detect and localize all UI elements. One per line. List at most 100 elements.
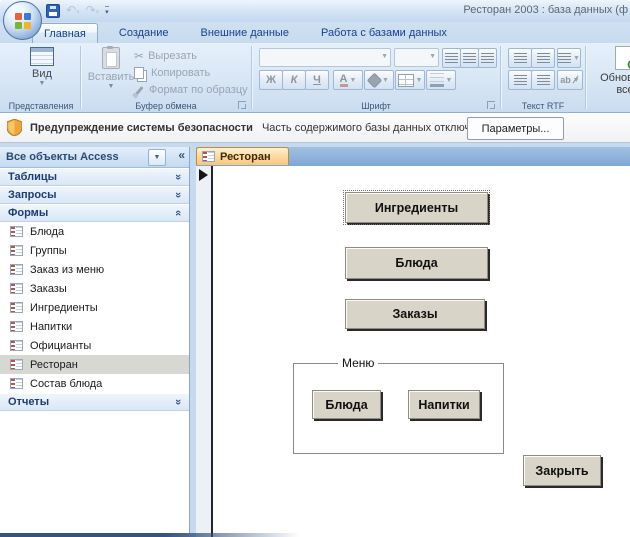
orders-button[interactable]: Заказы (345, 299, 485, 329)
nav-item-drinks-form[interactable]: Напитки (0, 317, 189, 336)
form-icon (10, 264, 23, 275)
chevron-down-icon: ▼ (573, 55, 580, 62)
font-name-select[interactable]: ▼ (259, 48, 391, 67)
form-icon (10, 283, 23, 294)
paint-bucket-icon (367, 72, 383, 88)
office-logo-icon (15, 13, 31, 29)
nav-item-ingredients-form[interactable]: Ингредиенты (0, 298, 189, 317)
chevron-down-icon: ▼ (382, 77, 389, 84)
nav-item-dish-composition-form[interactable]: Состав блюда (0, 374, 189, 393)
alternate-fill-icon (430, 73, 444, 87)
nav-pane-header[interactable]: Все объекты Access ▼ « (0, 147, 189, 168)
chevron-double-down-icon: » (172, 192, 184, 198)
font-color-button[interactable]: А ▼ (333, 70, 363, 90)
format-painter-button[interactable]: Формат по образцу (134, 82, 248, 98)
dialog-launcher-icon[interactable] (238, 101, 246, 109)
view-button[interactable]: Вид ▼ (21, 47, 63, 87)
direction-button[interactable]: ▼ (557, 48, 581, 68)
tab-external-data[interactable]: Внешние данные (190, 23, 300, 43)
align-center-button[interactable] (460, 48, 479, 68)
quick-access-toolbar: ↶▾ ↷▾ ▾ (46, 2, 109, 20)
increase-indent-button[interactable] (531, 48, 555, 68)
align-left-button[interactable] (442, 48, 461, 68)
form-icon (10, 321, 23, 332)
save-icon[interactable] (46, 4, 60, 18)
form-icon (10, 302, 23, 313)
highlight-button[interactable]: ab ▼ (557, 70, 583, 90)
nav-item-order-from-menu-form[interactable]: Заказ из меню (0, 260, 189, 279)
section-reports[interactable]: Отчеты » (0, 393, 189, 411)
form-icon (10, 378, 23, 389)
copy-button[interactable]: Копировать (134, 65, 210, 81)
gridlines-button[interactable]: ▼ (395, 70, 425, 90)
decrease-indent-button[interactable] (508, 48, 532, 68)
group-clipboard: Вставить ▼ ✂ Вырезать Копировать Формат … (82, 43, 250, 112)
group-font: ▼ ▼ Ж К Ч А ▼ (253, 43, 499, 112)
underline-button[interactable]: Ч (305, 70, 329, 90)
refresh-all-icon: ⟳ (615, 46, 630, 70)
refresh-all-button[interactable]: ⟳ Обновить все (595, 46, 630, 96)
main-area: Все объекты Access ▼ « Таблицы » Запросы… (0, 143, 630, 537)
chevron-down-icon: ▼ (446, 77, 453, 84)
font-size-select[interactable]: ▼ (394, 48, 439, 67)
highlight-icon: ab (560, 75, 571, 85)
gridlines-icon (398, 74, 414, 87)
security-message-bar: Предупреждение системы безопасности Част… (0, 113, 630, 143)
tab-database-tools[interactable]: Работа с базами данных (310, 23, 458, 43)
document-tab-restaurant[interactable]: Ресторан (196, 147, 289, 165)
numbered-list-button[interactable] (508, 70, 532, 90)
menu-dishes-button[interactable]: Блюда (312, 390, 381, 419)
section-tables[interactable]: Таблицы » (0, 168, 189, 186)
fill-color-button[interactable]: ▼ (364, 70, 394, 90)
undo-icon[interactable]: ↶▾ (66, 4, 80, 19)
section-forms[interactable]: Формы « (0, 204, 189, 222)
align-right-button[interactable] (478, 48, 497, 68)
chevron-double-up-icon: « (172, 210, 184, 216)
nav-item-groups-form[interactable]: Группы (0, 241, 189, 260)
ribbon: Вид ▼ Представления Вставить ▼ ✂ Вырезат… (0, 43, 630, 113)
nav-item-orders-form[interactable]: Заказы (0, 279, 189, 298)
menu-group-box: Меню Блюда Напитки (293, 363, 504, 454)
dishes-button[interactable]: Блюда (345, 247, 488, 279)
restaurant-form: Ингредиенты Блюда Заказы Меню Блюда Напи… (196, 166, 630, 537)
nav-item-dishes-form[interactable]: Блюда (0, 222, 189, 241)
nav-item-restaurant-form[interactable]: Ресторан (0, 355, 189, 374)
increase-indent-icon (537, 53, 550, 64)
datasheet-view-icon (30, 47, 54, 66)
nav-menu-dropdown-icon[interactable]: ▼ (148, 149, 166, 166)
cut-button[interactable]: ✂ Вырезать (134, 48, 197, 64)
office-button[interactable] (3, 1, 42, 40)
decrease-indent-icon (514, 53, 527, 64)
form-icon (10, 359, 23, 370)
navigation-pane: Все объекты Access ▼ « Таблицы » Запросы… (0, 147, 190, 533)
nav-item-waiters-form[interactable]: Официанты (0, 336, 189, 355)
customize-qat-icon[interactable]: ▾ (105, 6, 109, 16)
form-icon (202, 151, 215, 162)
chevron-down-icon: ▼ (381, 53, 388, 60)
paste-icon (102, 47, 120, 69)
window-titlebar: ↶▾ ↷▾ ▾ Ресторан 2003 : база данных (ф (0, 0, 630, 22)
collapse-pane-icon[interactable]: « (178, 148, 185, 162)
options-button[interactable]: Параметры... (467, 117, 564, 140)
alternate-fill-button[interactable]: ▼ (426, 70, 456, 90)
align-center-icon (463, 53, 476, 64)
copy-icon (134, 67, 144, 79)
redo-icon[interactable]: ↷▾ (86, 4, 100, 19)
align-right-icon (481, 53, 494, 64)
current-record-arrow-icon (199, 169, 208, 181)
bold-button[interactable]: Ж (259, 70, 283, 90)
ingredients-button[interactable]: Ингредиенты (345, 192, 488, 223)
menu-drinks-button[interactable]: Напитки (408, 390, 480, 419)
record-selector-bar[interactable] (196, 166, 213, 537)
menu-group-label: Меню (338, 356, 378, 370)
tab-home[interactable]: Главная (32, 23, 98, 44)
section-queries[interactable]: Запросы » (0, 186, 189, 204)
bullet-list-button[interactable] (531, 70, 555, 90)
paste-button[interactable]: Вставить ▼ (90, 47, 132, 90)
close-button[interactable]: Закрыть (523, 455, 601, 486)
tab-create[interactable]: Создание (108, 23, 180, 43)
chevron-down-icon: ▼ (108, 83, 115, 90)
dialog-launcher-icon[interactable] (487, 101, 495, 109)
form-icon (10, 226, 23, 237)
italic-button[interactable]: К (282, 70, 306, 90)
